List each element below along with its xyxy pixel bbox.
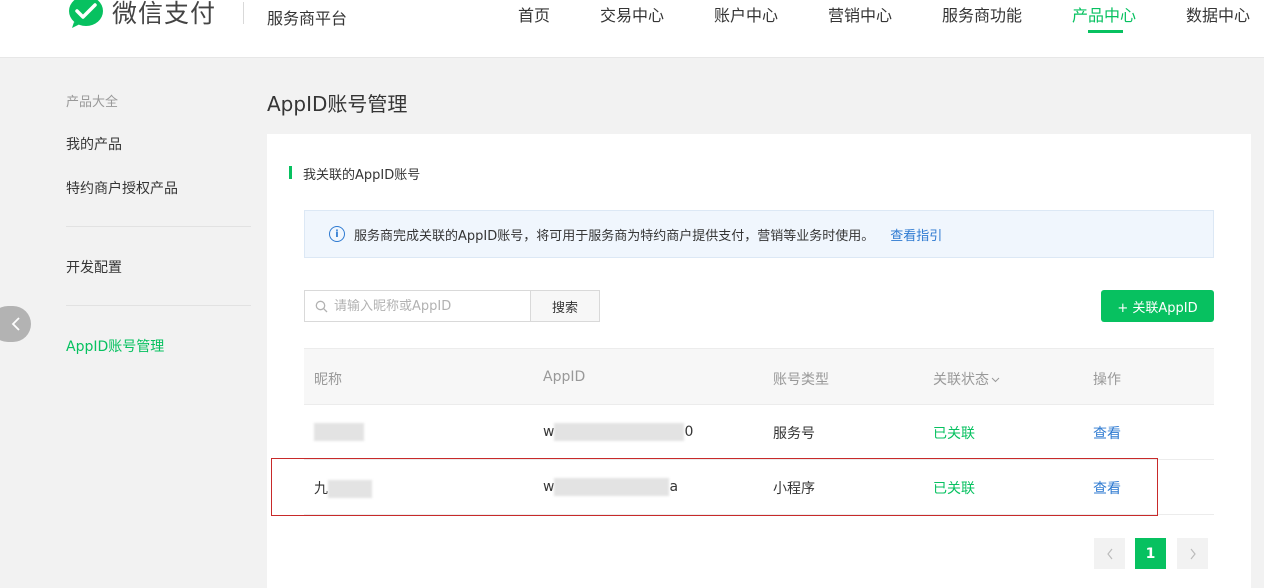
col-header-status-label: 关联状态 <box>933 372 989 388</box>
chevron-right-icon <box>1190 548 1196 559</box>
header-divider <box>243 2 244 24</box>
nav-item-data[interactable]: 数据中心 <box>1186 2 1250 26</box>
sidebar-item-my-products[interactable]: 我的产品 <box>66 134 122 154</box>
chevron-left-icon <box>1106 548 1112 559</box>
wechat-pay-logo-icon <box>69 0 103 28</box>
search-input[interactable] <box>334 298 524 314</box>
top-header: 微信支付 服务商平台 首页 交易中心 账户中心 营销中心 服务商功能 产品中心 … <box>0 0 1264 58</box>
pagination-next[interactable] <box>1177 538 1208 569</box>
sidebar-divider <box>66 305 251 306</box>
content-card: 我关联的AppID账号 i 服务商完成关联的AppID账号，将可用于服务商为特约… <box>267 134 1251 588</box>
search-button[interactable]: 搜索 <box>530 290 600 322</box>
nav-item-home[interactable]: 首页 <box>518 2 550 26</box>
col-header-appid: AppID <box>543 369 586 385</box>
page-title: AppID账号管理 <box>267 92 408 116</box>
table-header: 昵称 AppID 账号类型 关联状态 操作 <box>304 348 1214 405</box>
nav-item-products[interactable]: 产品中心 <box>1072 2 1136 26</box>
sidebar-item-appid-management[interactable]: AppID账号管理 <box>66 336 164 356</box>
nav-item-marketing[interactable]: 营销中心 <box>828 2 892 26</box>
nav-active-indicator <box>1088 30 1123 33</box>
col-header-action: 操作 <box>1093 372 1121 388</box>
info-notice: i 服务商完成关联的AppID账号，将可用于服务商为特约商户提供支付，营销等业务… <box>304 210 1214 258</box>
table-row: w0 服务号 已关联 查看 <box>304 405 1214 460</box>
notice-text: 服务商完成关联的AppID账号，将可用于服务商为特约商户提供支付，营销等业务时使… <box>354 228 875 244</box>
nav-item-account[interactable]: 账户中心 <box>714 2 778 26</box>
wechat-pay-logo[interactable]: 微信支付 <box>66 0 216 30</box>
highlight-annotation-box <box>271 458 1158 516</box>
nav-item-provider-functions[interactable]: 服务商功能 <box>942 2 1022 26</box>
row-account-type: 服务号 <box>773 426 815 442</box>
add-appid-button[interactable]: + 关联AppID <box>1101 290 1214 322</box>
pagination-page-current[interactable]: 1 <box>1135 538 1166 569</box>
col-header-account-type: 账号类型 <box>773 372 829 388</box>
pagination-prev[interactable] <box>1094 538 1125 569</box>
info-icon: i <box>329 226 345 242</box>
search-icon <box>315 300 328 312</box>
row-nickname <box>314 423 364 441</box>
brand-name: 微信支付 <box>112 0 217 28</box>
chevron-down-icon <box>991 377 1000 383</box>
redacted-appid <box>554 423 685 441</box>
sidebar-heading: 产品大全 <box>66 95 119 110</box>
redacted-nickname <box>314 423 364 441</box>
view-button[interactable]: 查看 <box>1093 423 1121 443</box>
collapse-sidebar-button[interactable] <box>0 306 31 342</box>
view-guide-link[interactable]: 查看指引 <box>890 225 942 244</box>
col-header-nickname: 昵称 <box>314 372 342 388</box>
col-header-status[interactable]: 关联状态 <box>933 369 1000 389</box>
sidebar-divider <box>66 226 251 227</box>
section-title: 我关联的AppID账号 <box>289 164 420 183</box>
search-field[interactable] <box>304 290 531 322</box>
row-appid: w0 <box>543 423 694 441</box>
sidebar-item-authorized-products[interactable]: 特约商户授权产品 <box>66 178 178 198</box>
sidebar-item-dev-config[interactable]: 开发配置 <box>66 257 122 277</box>
row-status: 已关联 <box>933 426 975 442</box>
nav-item-transactions[interactable]: 交易中心 <box>600 2 664 26</box>
chevron-left-icon <box>11 317 20 331</box>
platform-name: 服务商平台 <box>267 9 348 28</box>
